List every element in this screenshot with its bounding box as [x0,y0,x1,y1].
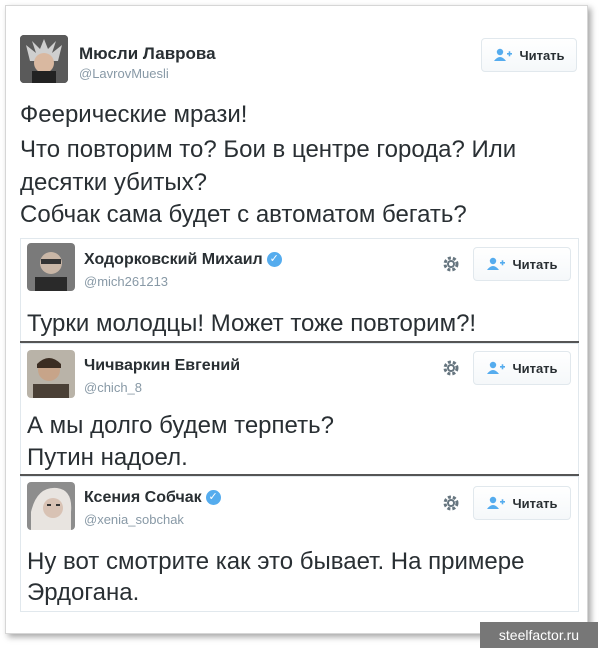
quote-1-line-1: Турки молодцы! Может тоже повторим?! [27,310,477,337]
main-tweet-line-2: Что повторим то? Бои в центре города? Ил… [20,136,517,163]
main-tweet-line-4: Собчак сама будет с автоматом бегать? [20,201,467,228]
avatar-quote-3[interactable] [27,482,75,530]
avatar-emblem-icon [20,35,68,83]
quote-3-author-handle[interactable]: @xenia_sobchak [84,512,184,527]
follow-label: Читать [512,256,558,272]
quote-2-author-name[interactable]: Чичваркин Евгений [84,357,240,375]
follow-label: Читать [512,360,558,376]
verified-icon: ✓ [266,252,282,268]
quote-2-line-2: Путин надоел. [27,444,188,471]
add-user-icon [487,257,506,270]
quote-3-line-2: Эрдогана. [27,579,140,606]
avatar-quote-2[interactable] [27,350,75,398]
follow-button-main[interactable]: Читать [481,38,577,72]
quote-3-name-text: Ксения Собчак [84,489,202,506]
quote-3-author-name[interactable]: Ксения Собчак ✓ [84,489,221,507]
quote-1-author-name[interactable]: Ходорковский Михаил ✓ [84,251,282,269]
quote-1-name-text: Ходорковский Михаил [84,251,263,268]
add-user-icon [487,496,506,509]
main-tweet-line-1: Феерические мрази! [20,101,248,128]
gear-icon[interactable] [441,254,461,274]
add-user-icon [487,361,506,374]
watermark: steelfactor.ru [480,622,598,648]
avatar-photo-icon [27,350,75,398]
quote-3-line-1: Ну вот смотрите как это бывает. На приме… [27,548,525,575]
gear-icon[interactable] [441,493,461,513]
avatar-main[interactable] [20,35,68,83]
gear-icon[interactable] [441,358,461,378]
add-user-icon [494,48,513,61]
avatar-photo-icon [27,482,75,530]
quote-2-author-handle[interactable]: @chich_8 [84,380,142,395]
follow-button-quote-3[interactable]: Читать [473,486,571,520]
follow-button-quote-1[interactable]: Читать [473,247,571,281]
follow-button-quote-2[interactable]: Читать [473,351,571,385]
verified-icon: ✓ [205,490,221,506]
main-author-name[interactable]: Мюсли Лаврова [79,44,216,64]
main-author-handle[interactable]: @LavrovMuesli [79,66,169,81]
quote-2-line-1: А мы долго будем терпеть? [27,412,334,439]
main-tweet-line-3: десятки убитых? [20,169,207,196]
avatar-photo-icon [27,243,75,291]
follow-label: Читать [512,495,558,511]
follow-label: Читать [519,47,565,63]
quote-1-author-handle[interactable]: @mich261213 [84,274,168,289]
avatar-quote-1[interactable] [27,243,75,291]
